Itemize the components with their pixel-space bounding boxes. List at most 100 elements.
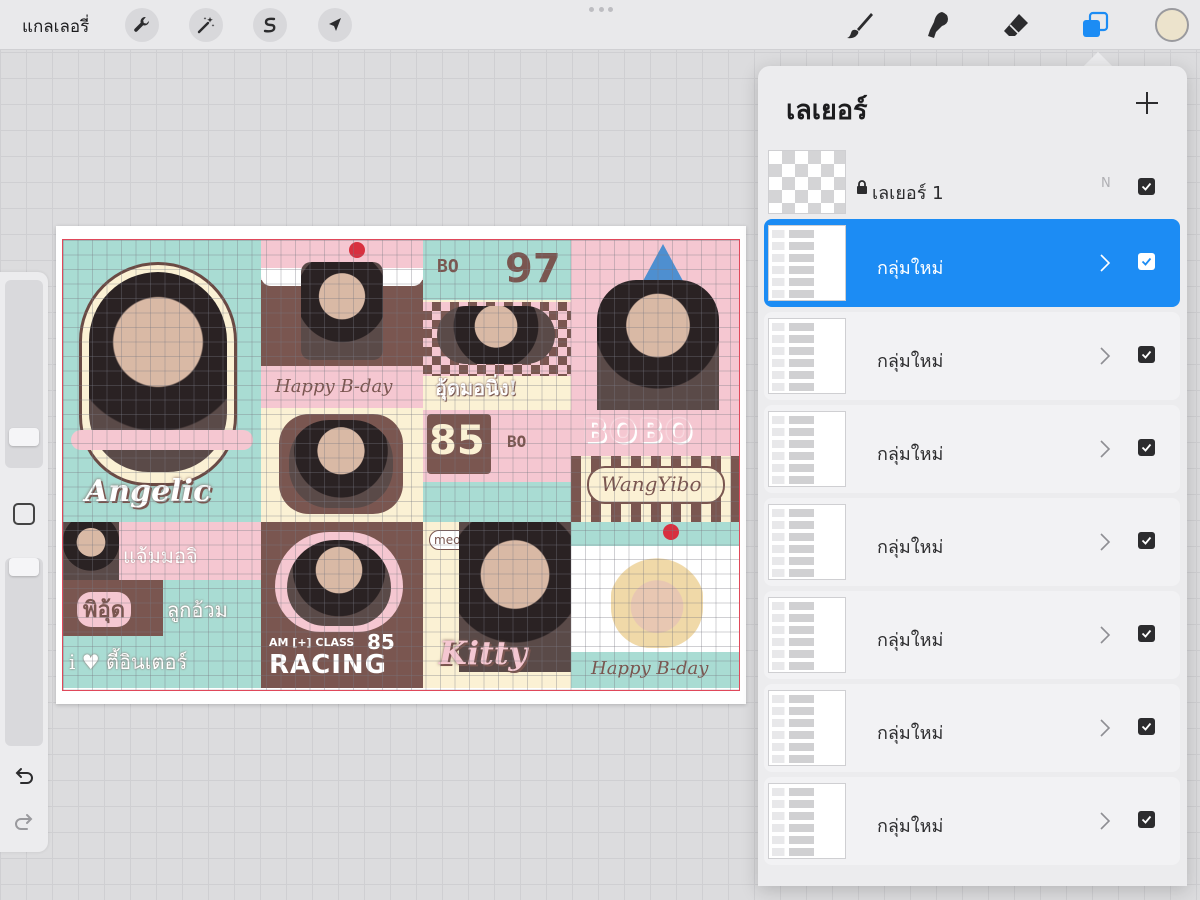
layer-group-row[interactable]: กลุ่มใหม่ (764, 312, 1180, 400)
brush-tool[interactable] (842, 7, 878, 43)
chevron-right-icon[interactable] (1098, 811, 1112, 831)
color-picker-button[interactable] (1155, 8, 1189, 42)
group-thumbnail (768, 225, 846, 301)
group-name: กลุ่มใหม่ (877, 351, 944, 372)
checkmark-icon (1141, 536, 1152, 545)
gallery-button[interactable]: แกลเลอรี่ (22, 13, 89, 40)
drawing-canvas[interactable]: Angelic แจ้มมอจิ พิอุ้ด ลูกอ้วม i ♥ ตี้อ… (56, 226, 746, 704)
layer-group-row[interactable]: กลุ่มใหม่ (764, 684, 1180, 772)
layers-icon (1083, 11, 1109, 37)
undo-icon[interactable] (12, 764, 36, 788)
num-97-text: 97 (505, 246, 561, 292)
visibility-checkbox[interactable] (1138, 718, 1155, 735)
visibility-checkbox[interactable] (1138, 625, 1155, 642)
layer-group-row[interactable]: กลุ่มใหม่ (764, 591, 1180, 679)
group-name: กลุ่มใหม่ (877, 723, 944, 744)
group-thumbnail (768, 690, 846, 766)
thai-luk-text: ลูกอ้วม (167, 598, 228, 622)
visibility-checkbox[interactable] (1138, 178, 1155, 195)
layer-group-row[interactable]: กลุ่มใหม่ (764, 498, 1180, 586)
transform-button[interactable] (318, 8, 352, 42)
layers-tool[interactable] (1077, 7, 1113, 43)
cake-panel-1: Happy B-day (261, 240, 423, 408)
plus-icon[interactable] (1134, 90, 1160, 116)
checkmark-icon (1141, 629, 1152, 638)
party-hat-panel (571, 240, 739, 410)
thai-tee-text: i ♥ ตี้อินเตอร์ (69, 650, 188, 674)
lock-icon (857, 180, 867, 194)
group-thumbnail (768, 783, 846, 859)
bobo-text: BOBO (583, 412, 695, 450)
group-thumbnail (768, 597, 846, 673)
angelic-text: Angelic (85, 474, 212, 509)
actions-button[interactable] (125, 8, 159, 42)
chevron-right-icon[interactable] (1098, 718, 1112, 738)
checkmark-icon (1141, 182, 1152, 191)
layers-title: เลเยอร์ (786, 95, 868, 126)
thai-yaem-text: แจ้มมอจิ (123, 544, 198, 568)
group-thumbnail (768, 411, 846, 487)
layers-panel: เลเยอร์ เลเยอร์ 1 N กลุ่มใหม่ กลุ่มใหม่ กล… (758, 66, 1187, 886)
layer-group-row[interactable]: กลุ่มใหม่ (764, 219, 1180, 307)
smudge-icon (928, 12, 948, 38)
wrench-icon (134, 17, 149, 32)
portrait-panel (261, 408, 423, 522)
visibility-checkbox[interactable] (1138, 346, 1155, 363)
blend-mode-button[interactable]: N (1101, 176, 1111, 191)
left-sidebar (0, 272, 48, 852)
brush-size-slider[interactable] (5, 280, 43, 468)
chevron-right-icon[interactable] (1098, 532, 1112, 552)
layer-thumbnail (768, 150, 846, 214)
thai-phi-text: พิอุ้ด (77, 592, 132, 627)
visibility-checkbox[interactable] (1138, 811, 1155, 828)
drag-handle[interactable] (589, 7, 613, 13)
group-name: กลุ่มใหม่ (877, 258, 944, 279)
bo-text-2: BO (507, 432, 527, 451)
bobo-panel: BOBO WangYibo (571, 410, 739, 522)
selection-button[interactable] (253, 8, 287, 42)
layer-group-row[interactable]: กลุ่มใหม่ (764, 405, 1180, 493)
bo-text-1: BO (437, 256, 459, 277)
am-class-text: AM [+] CLASS (269, 636, 355, 649)
brush-icon (847, 13, 873, 39)
adjustments-button[interactable] (189, 8, 223, 42)
group-name: กลุ่มใหม่ (877, 537, 944, 558)
group-thumbnail (768, 504, 846, 580)
checkmark-icon (1141, 350, 1152, 359)
visibility-checkbox[interactable] (1138, 532, 1155, 549)
chevron-right-icon[interactable] (1098, 346, 1112, 366)
happy-bday-text-1: Happy B-day (275, 376, 393, 397)
layer-group-row[interactable]: กลุ่มใหม่ (764, 777, 1180, 865)
selection-s-icon (263, 17, 276, 33)
group-thumbnail (768, 318, 846, 394)
happy-bday-text-2: Happy B-day (591, 658, 709, 679)
artwork-frame: Angelic แจ้มมอจิ พิอุ้ด ลูกอ้วม i ♥ ตี้อ… (62, 239, 740, 691)
checker-panel: BO 97 อุ้ดมอนิ่ง! (423, 240, 571, 410)
kitty-panel: meow! Kitty (423, 522, 571, 688)
eraser-icon (1004, 14, 1028, 36)
brush-size-knob[interactable] (9, 428, 39, 446)
top-toolbar: แกลเลอรี่ (0, 0, 1200, 50)
modify-button[interactable] (13, 503, 35, 525)
smudge-tool[interactable] (919, 7, 955, 43)
racing-panel: AM [+] CLASS 85 RACING (261, 522, 423, 688)
checkmark-icon (1141, 443, 1152, 452)
opacity-knob[interactable] (9, 558, 39, 576)
checkmark-icon (1141, 722, 1152, 731)
group-name: กลุ่มใหม่ (877, 630, 944, 651)
group-name: กลุ่มใหม่ (877, 444, 944, 465)
visibility-checkbox[interactable] (1138, 253, 1155, 270)
checkmark-icon (1141, 257, 1152, 266)
number-85-panel: 85 BO (423, 410, 571, 522)
chevron-right-icon[interactable] (1098, 439, 1112, 459)
visibility-checkbox[interactable] (1138, 439, 1155, 456)
opacity-slider[interactable] (5, 558, 43, 746)
layer-name: เลเยอร์ 1 (872, 183, 944, 204)
chevron-right-icon[interactable] (1098, 625, 1112, 645)
chevron-right-icon[interactable] (1098, 253, 1112, 273)
eraser-tool[interactable] (998, 7, 1034, 43)
checkmark-icon (1141, 815, 1152, 824)
kitty-text: Kitty (439, 634, 528, 672)
redo-icon[interactable] (12, 810, 36, 834)
angelic-panel: Angelic (63, 240, 261, 522)
